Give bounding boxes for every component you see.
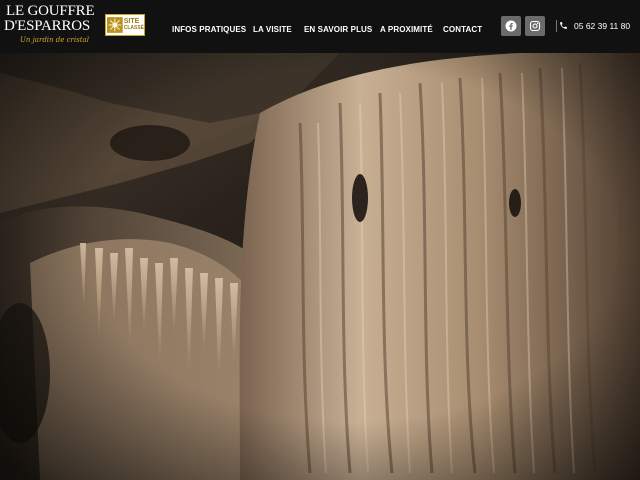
- hero-cave-photo: [0, 53, 640, 480]
- logo-title-line1: LE GOUFFRE: [6, 3, 95, 19]
- instagram-button[interactable]: [525, 16, 545, 36]
- badge-line1: SITE: [123, 18, 140, 25]
- phone-number-link[interactable]: 05 62 39 11 80: [574, 21, 630, 31]
- site-logo[interactable]: LE GOUFFRE D'ESPARROS Un jardin de crist…: [4, 3, 95, 49]
- sunburst-emblem-icon: [107, 17, 123, 33]
- nav-item-a-proximite[interactable]: A PROXIMITÉ: [380, 25, 433, 34]
- cave-stalactite-image: [0, 53, 640, 480]
- badge-line2: CLASSÉ: [123, 25, 144, 31]
- site-header: LE GOUFFRE D'ESPARROS Un jardin de crist…: [0, 0, 640, 53]
- nav-item-contact[interactable]: CONTACT: [443, 25, 482, 34]
- facebook-button[interactable]: [501, 16, 521, 36]
- badge-text: SITE CLASSÉ: [124, 18, 144, 32]
- nav-item-infos-pratiques[interactable]: INFOS PRATIQUES: [172, 25, 246, 34]
- phone-icon: [560, 22, 567, 29]
- nav-item-en-savoir-plus[interactable]: EN SAVOIR PLUS: [304, 25, 372, 34]
- logo-tagline: Un jardin de cristal: [20, 36, 89, 44]
- site-classe-badge: SITE CLASSÉ: [105, 14, 145, 36]
- instagram-icon: [529, 20, 541, 32]
- phone-divider: [556, 20, 557, 32]
- nav-item-la-visite[interactable]: LA VISITE: [253, 25, 292, 34]
- facebook-icon: [505, 20, 517, 32]
- logo-title-line2: D'ESPARROS: [4, 18, 91, 34]
